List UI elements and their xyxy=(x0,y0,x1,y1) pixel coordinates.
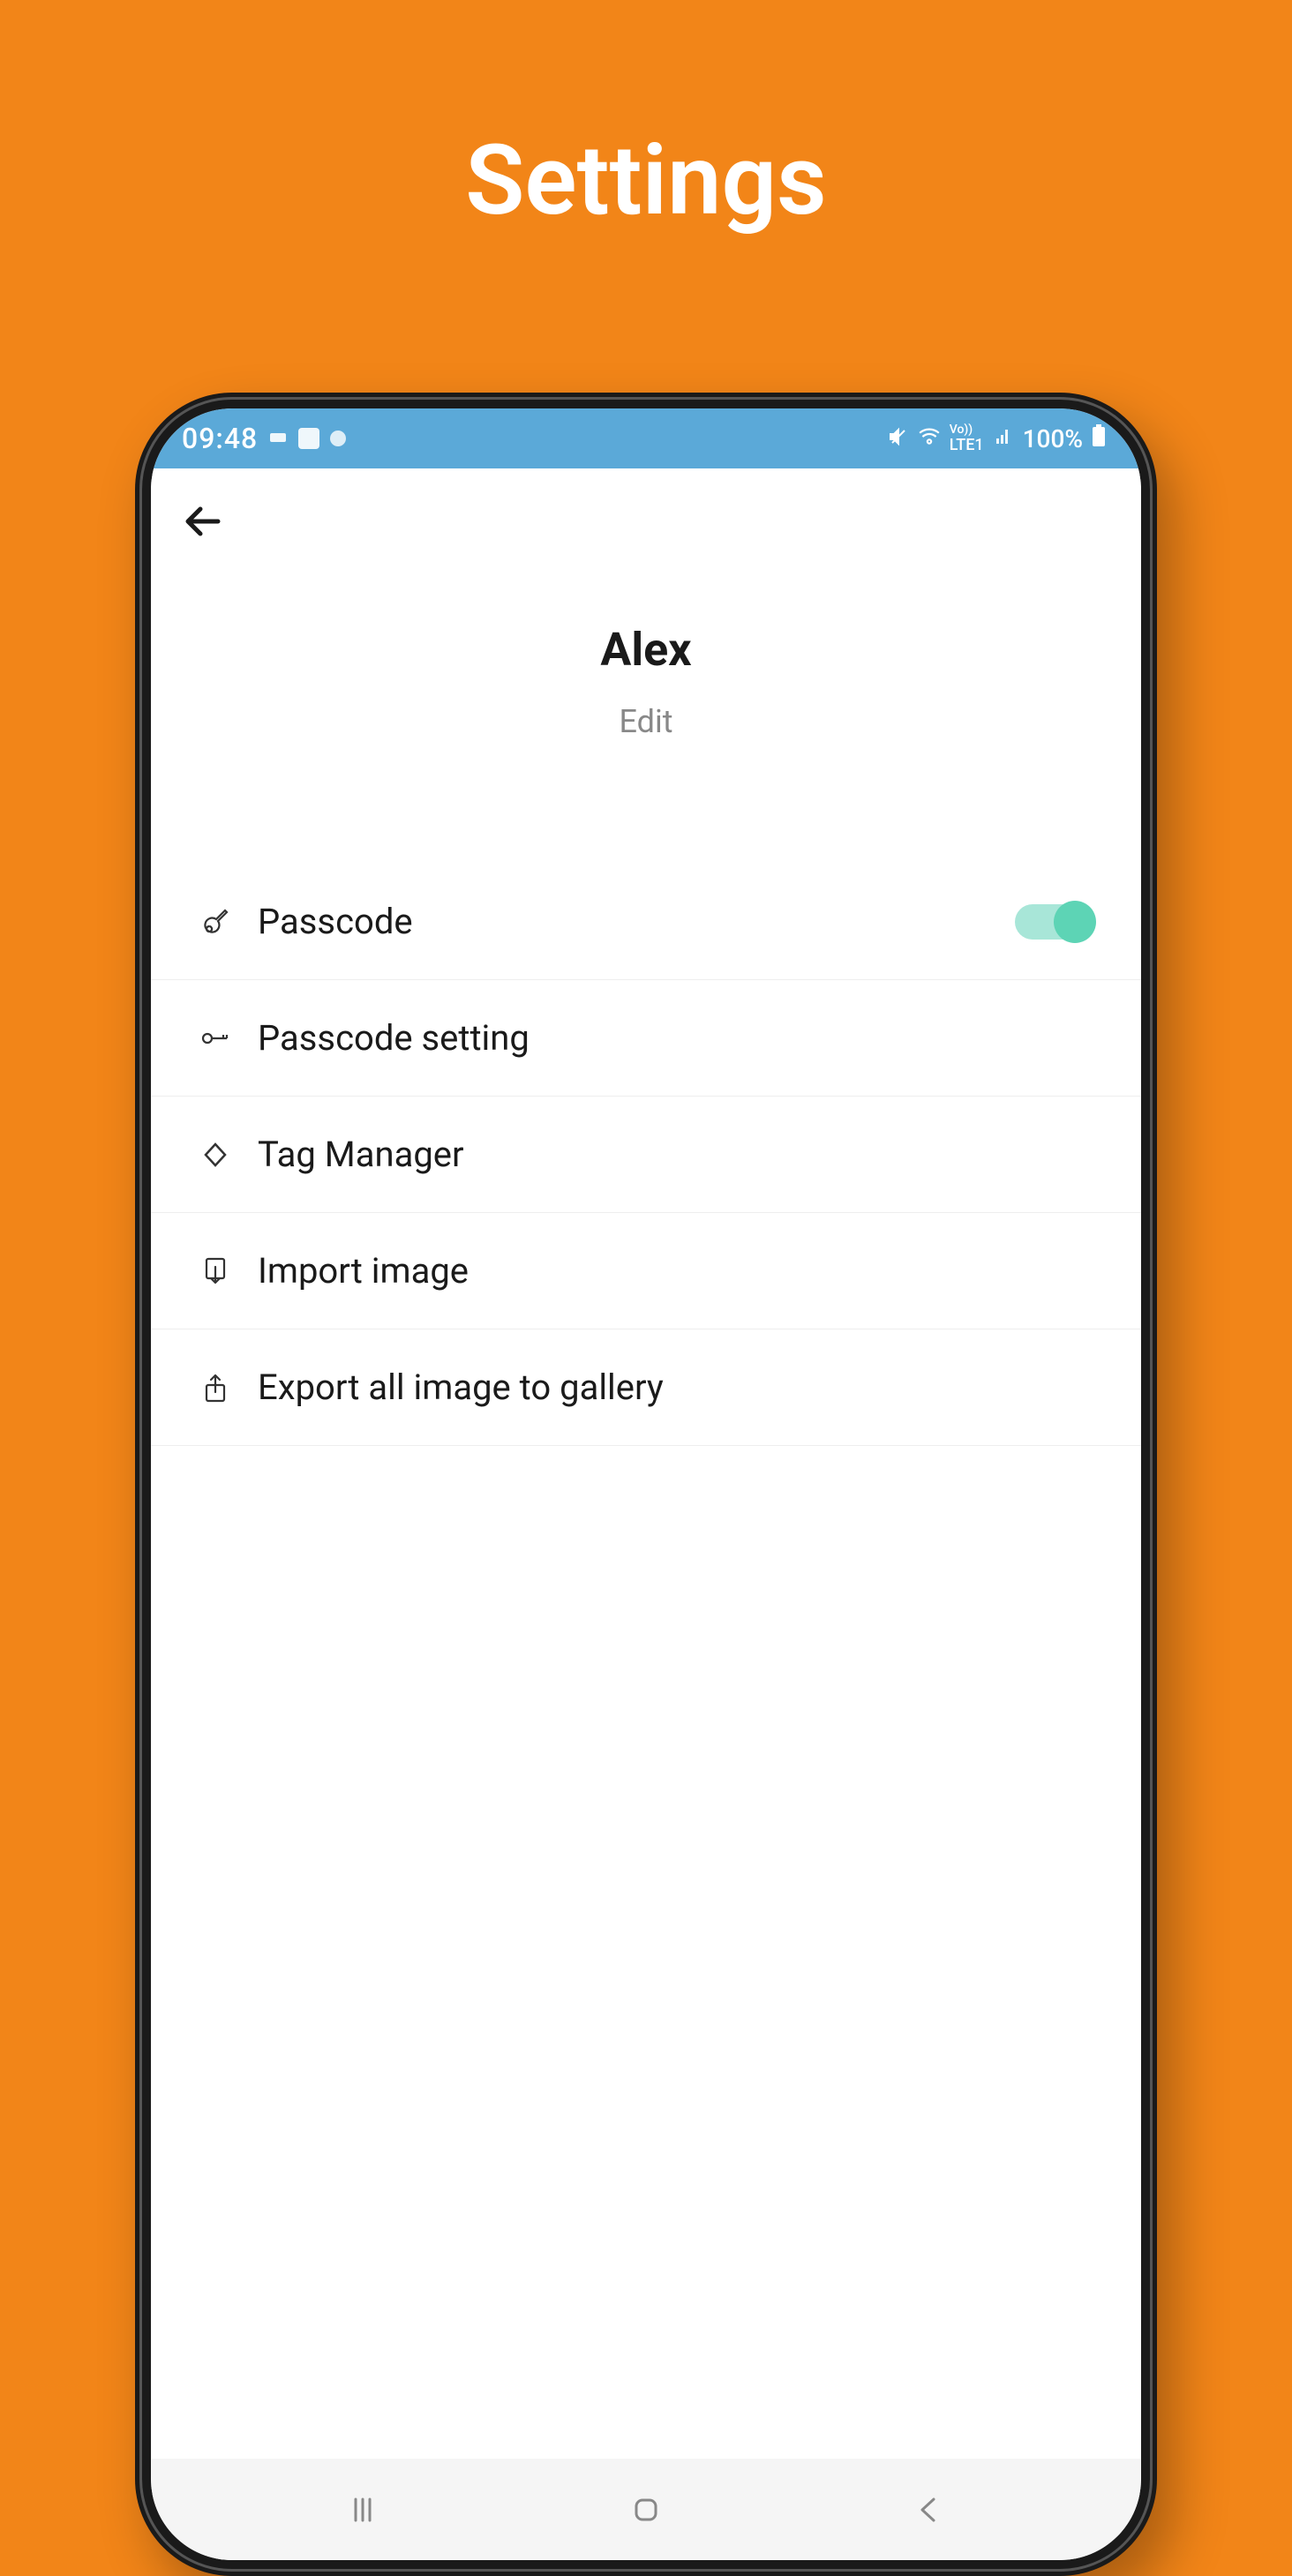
export-icon xyxy=(199,1372,231,1404)
chevron-left-icon xyxy=(912,2492,947,2527)
network-label: Vo)) LTE1 xyxy=(950,423,984,454)
settings-list: Passcode Passcode setting xyxy=(151,864,1141,2459)
wifi-icon xyxy=(918,423,941,454)
profile-section: Alex Edit xyxy=(151,548,1141,864)
app-content: Alex Edit Passcode xyxy=(151,468,1141,2459)
settings-item-passcode-setting[interactable]: Passcode setting xyxy=(151,980,1141,1097)
settings-item-label: Export all image to gallery xyxy=(258,1367,1093,1408)
nav-back-button[interactable] xyxy=(907,2488,951,2532)
android-nav-bar xyxy=(151,2459,1141,2560)
home-icon xyxy=(628,2492,664,2527)
status-dot-icon xyxy=(330,431,346,446)
back-button-container xyxy=(151,468,1141,548)
status-bar-left: 09:48 xyxy=(182,422,346,455)
signal-icon xyxy=(993,423,1014,454)
status-time: 09:48 xyxy=(182,422,258,455)
settings-item-import-image[interactable]: Import image xyxy=(151,1213,1141,1329)
key-icon xyxy=(199,1022,231,1054)
phone-frame: 09:48 Vo)) LTE1 xyxy=(135,393,1157,2576)
settings-item-export-image[interactable]: Export all image to gallery xyxy=(151,1329,1141,1446)
status-indicator-icon xyxy=(268,423,288,454)
passcode-toggle[interactable] xyxy=(1015,904,1093,940)
diamond-icon xyxy=(199,1139,231,1171)
settings-item-label: Passcode xyxy=(258,901,988,942)
settings-item-label: Tag Manager xyxy=(258,1134,1093,1175)
battery-percentage: 100% xyxy=(1023,424,1083,453)
arrow-left-icon xyxy=(179,497,229,546)
import-icon xyxy=(199,1255,231,1287)
recent-apps-icon xyxy=(345,2492,380,2527)
nav-home-button[interactable] xyxy=(624,2488,668,2532)
back-button[interactable] xyxy=(177,495,230,548)
nav-recent-button[interactable] xyxy=(341,2488,385,2532)
settings-item-tag-manager[interactable]: Tag Manager xyxy=(151,1097,1141,1213)
status-app-icon xyxy=(298,428,319,449)
settings-item-label: Passcode setting xyxy=(258,1017,1093,1059)
guitar-icon xyxy=(199,906,231,938)
edit-profile-link[interactable]: Edit xyxy=(151,703,1141,740)
toggle-thumb xyxy=(1054,901,1096,943)
page-title: Settings xyxy=(0,0,1292,237)
battery-icon xyxy=(1092,423,1106,454)
status-bar: 09:48 Vo)) LTE1 xyxy=(151,408,1141,468)
phone-screen: 09:48 Vo)) LTE1 xyxy=(151,408,1141,2560)
profile-name: Alex xyxy=(151,623,1141,677)
settings-item-label: Import image xyxy=(258,1250,1093,1292)
status-bar-right: Vo)) LTE1 100% xyxy=(888,423,1106,454)
mute-icon xyxy=(888,423,909,454)
settings-item-passcode[interactable]: Passcode xyxy=(151,864,1141,980)
